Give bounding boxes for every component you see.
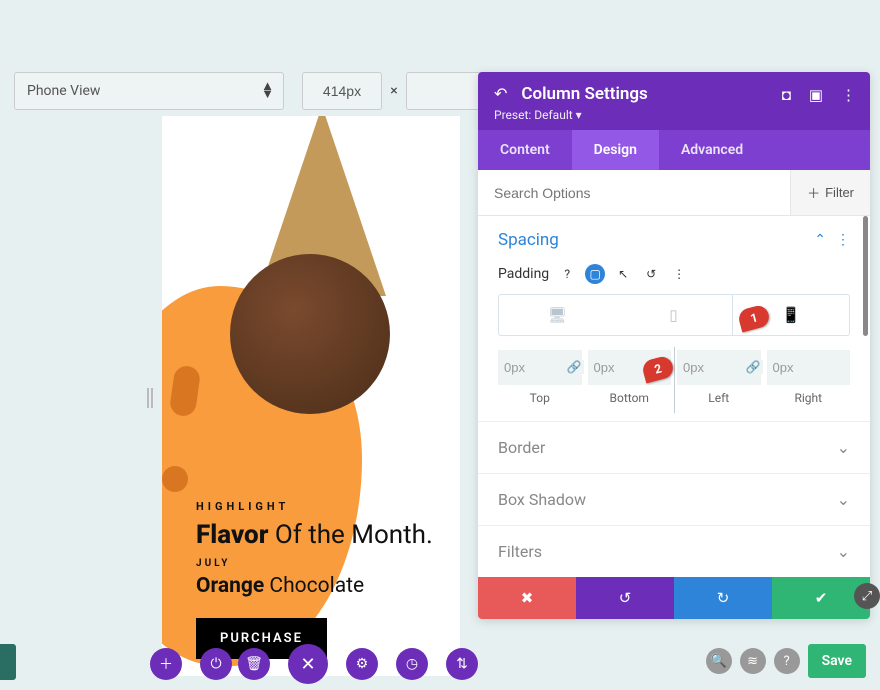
padding-inputs-row: 🔗 Top Bottom 2 🔗 Left Right [498,350,850,405]
kebab-menu-icon[interactable]: ⋮ [841,86,856,104]
module-action-bar: ＋ ⏻ 🗑 ✕ ⚙ ◷ ⇅ [150,648,478,684]
tab-design[interactable]: Design [572,130,659,170]
link-icon[interactable]: 🔗 [565,360,584,374]
preview-pane: HIGHLIGHT Flavor Of the Month. JULY Oran… [162,116,460,676]
sliders-button[interactable]: ⇅ [446,648,478,680]
focus-icon[interactable]: ◘ [782,86,791,104]
help-icon[interactable]: ? [557,264,577,284]
scrollbar[interactable] [863,216,868,336]
padding-label: Padding [498,266,549,282]
footer-undo-button[interactable]: ↺ [576,577,674,619]
flavor-rest: Chocolate [269,574,364,598]
eyebrow-text: HIGHLIGHT [196,500,289,513]
view-mode-dropdown[interactable]: Phone View ▲▼ [14,72,284,110]
section-spacing-title: Spacing [498,230,559,250]
add-module-button[interactable]: ＋ [150,648,182,680]
bottom-right-toolbar: 🔍 ≋ ? Save [706,644,866,678]
reset-icon[interactable]: ↺ [641,264,661,284]
panel-preset[interactable]: Preset: Default ▾ [494,108,854,122]
kebab-menu-icon[interactable]: ⋮ [836,232,850,248]
panel-body: Spacing ⌃ ⋮ Padding ? ▢ ↖ ↺ ⋮ 🖥 ▯ 📱 1 [478,216,870,577]
panel-footer: ✖ ↺ ↻ ✔ [478,577,870,619]
section-border-title: Border [498,438,545,457]
flavor-bold: Orange [196,574,264,598]
search-action-button[interactable]: 🔍 [706,648,732,674]
power-button[interactable]: ⏻ [200,648,232,680]
headline-rest: Of the Month. [275,520,433,550]
viewport-height-input[interactable] [406,72,486,110]
footer-discard-button[interactable]: ✖ [478,577,576,619]
chevron-down-icon: ▾ [576,108,582,122]
padding-right-label: Right [794,391,822,405]
padding-top-label: Top [530,391,550,405]
chevron-updown-icon: ▲▼ [261,83,271,99]
section-border-header[interactable]: Border ⌄ [478,421,870,473]
expand-fullscreen-button[interactable]: ⤢ [854,583,880,609]
section-filters-title: Filters [498,542,542,561]
section-box-shadow-title: Box Shadow [498,490,586,509]
expand-panel-icon[interactable]: ▣ [809,86,823,104]
panel-title: Column Settings [521,84,647,104]
padding-right-input[interactable] [767,350,851,385]
close-builder-button[interactable]: ✕ [288,644,328,684]
column-settings-panel: ↶ Column Settings Preset: Default ▾ ◘ ▣ … [478,72,870,619]
device-desktop[interactable]: 🖥 [499,295,615,335]
help-action-button[interactable]: ? [774,648,800,674]
viewport-size-group: × [302,72,486,110]
padding-bottom-label: Bottom [610,391,649,405]
left-edge-tab[interactable] [0,644,16,680]
vertical-divider [674,347,675,413]
view-mode-label: Phone View [27,83,100,99]
search-row: ＋ Filter [478,170,870,216]
chevron-up-icon: ⌃ [814,232,826,248]
headline-text: Flavor Of the Month. [196,520,433,550]
section-spacing-header[interactable]: Spacing ⌃ ⋮ [478,216,870,264]
filter-label: Filter [825,185,854,200]
padding-left-label: Left [708,391,729,405]
chevron-down-icon: ⌄ [837,438,850,457]
section-box-shadow-header[interactable]: Box Shadow ⌄ [478,473,870,525]
module-settings-button[interactable]: ⚙ [346,648,378,680]
tab-content[interactable]: Content [478,130,572,170]
footer-redo-button[interactable]: ↻ [674,577,772,619]
link-icon[interactable]: 🔗 [744,360,763,374]
panel-tabs: Content Design Advanced [478,130,870,170]
flavor-combo-text: Orange Chocolate [196,574,364,598]
chevron-down-icon: ⌄ [837,542,850,561]
save-button[interactable]: Save [808,644,866,678]
tab-advanced[interactable]: Advanced [659,130,765,170]
cursor-icon[interactable]: ↖ [613,264,633,284]
history-button[interactable]: ◷ [396,648,428,680]
kebab-menu-icon[interactable]: ⋮ [669,264,689,284]
dimension-separator: × [382,83,406,99]
padding-block: Padding ? ▢ ↖ ↺ ⋮ 🖥 ▯ 📱 1 🔗 Top [478,264,870,421]
back-icon[interactable]: ↶ [494,84,507,103]
chevron-down-icon: ⌄ [837,490,850,509]
viewport-width-input[interactable] [302,72,382,110]
device-tablet[interactable]: ▯ [615,295,731,335]
preset-label: Preset: [494,108,531,122]
panel-header[interactable]: ↶ Column Settings Preset: Default ▾ ◘ ▣ … [478,72,870,130]
ice-cream-scoop-graphic [230,254,390,414]
plus-icon: ＋ [807,183,820,202]
subhead-text: JULY [196,558,230,569]
section-filters-header[interactable]: Filters ⌄ [478,525,870,577]
search-options-input[interactable] [478,172,790,214]
filter-button[interactable]: ＋ Filter [790,170,870,215]
layers-action-button[interactable]: ≋ [740,648,766,674]
device-selector: 🖥 ▯ 📱 1 [498,294,850,336]
responsive-icon[interactable]: ▢ [585,264,605,284]
preset-value: Default [534,108,572,122]
delete-button[interactable]: 🗑 [238,648,270,680]
preview-drag-handle[interactable] [147,388,153,408]
headline-bold: Flavor [196,520,268,550]
